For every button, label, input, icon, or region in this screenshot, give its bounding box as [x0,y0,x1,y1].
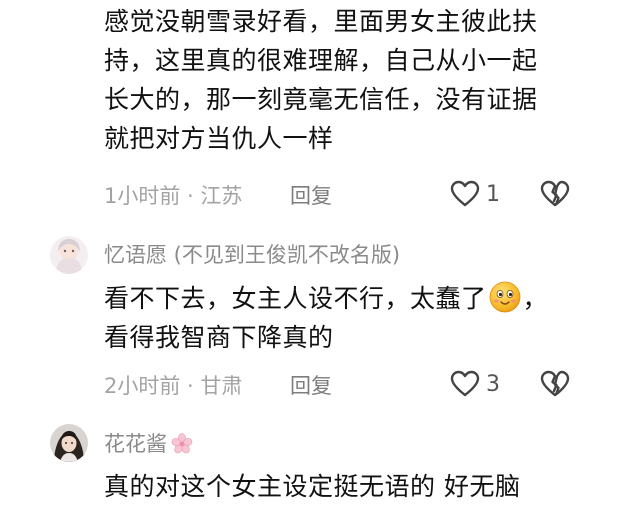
dislike-button[interactable] [540,368,570,400]
avatar-image [50,236,88,274]
comment-meta: 2小时前 · 甘肃 [104,374,243,398]
smiling-face-emoji-icon [489,281,521,313]
comment-text-segment: ， [522,284,549,313]
avatar-image [50,424,88,462]
comment-text-line: 看不下去，女主人设不行，太蠢了 ， [104,279,584,318]
like-button[interactable]: 1 [450,178,500,210]
reply-button[interactable]: 回复 [290,182,332,210]
comment-text-line: 看得我智商下降真的 [104,323,334,352]
like-button[interactable]: 3 [450,368,500,400]
like-count: 3 [486,371,500,397]
avatar[interactable] [50,424,88,462]
comment-meta: 1小时前 · 江苏 [104,184,243,208]
comment-text: 看不下去，女主人设不行，太蠢了 ， 看得我智商下降真的 [104,279,584,357]
heart-icon [450,370,480,397]
comment-text-line: 就把对方当仇人一样 [104,124,334,153]
broken-heart-icon [540,370,570,397]
comment-text-segment: 看不下去，女主人设不行，太蠢了 [104,284,487,313]
like-count: 1 [486,181,500,207]
comment-text: 真的对这个女主设定挺无语的 好无脑 [104,467,584,506]
comment-text-line: 感觉没朝雪录好看，里面男女主彼此扶 [104,7,538,36]
comment-text-line: 真的对这个女主设定挺无语的 好无脑 [104,472,521,501]
avatar[interactable] [50,236,88,274]
username-text: 花花酱 [104,432,167,456]
comment-text-line: 持，这里真的很难理解，自己从小一起 [104,46,538,75]
username[interactable]: 花花酱 [104,430,193,458]
reply-button[interactable]: 回复 [290,372,332,400]
comment-text: 感觉没朝雪录好看，里面男女主彼此扶 持，这里真的很难理解，自己从小一起 长大的，… [104,2,584,158]
broken-heart-icon [540,180,570,207]
dislike-button[interactable] [540,178,570,210]
cherry-blossom-icon [171,433,193,455]
username[interactable]: 忆语愿 (不见到王俊凯不改名版) [104,241,400,269]
comment-text-line: 长大的，那一刻竟毫无信任，没有证据 [104,85,538,114]
heart-icon [450,180,480,207]
